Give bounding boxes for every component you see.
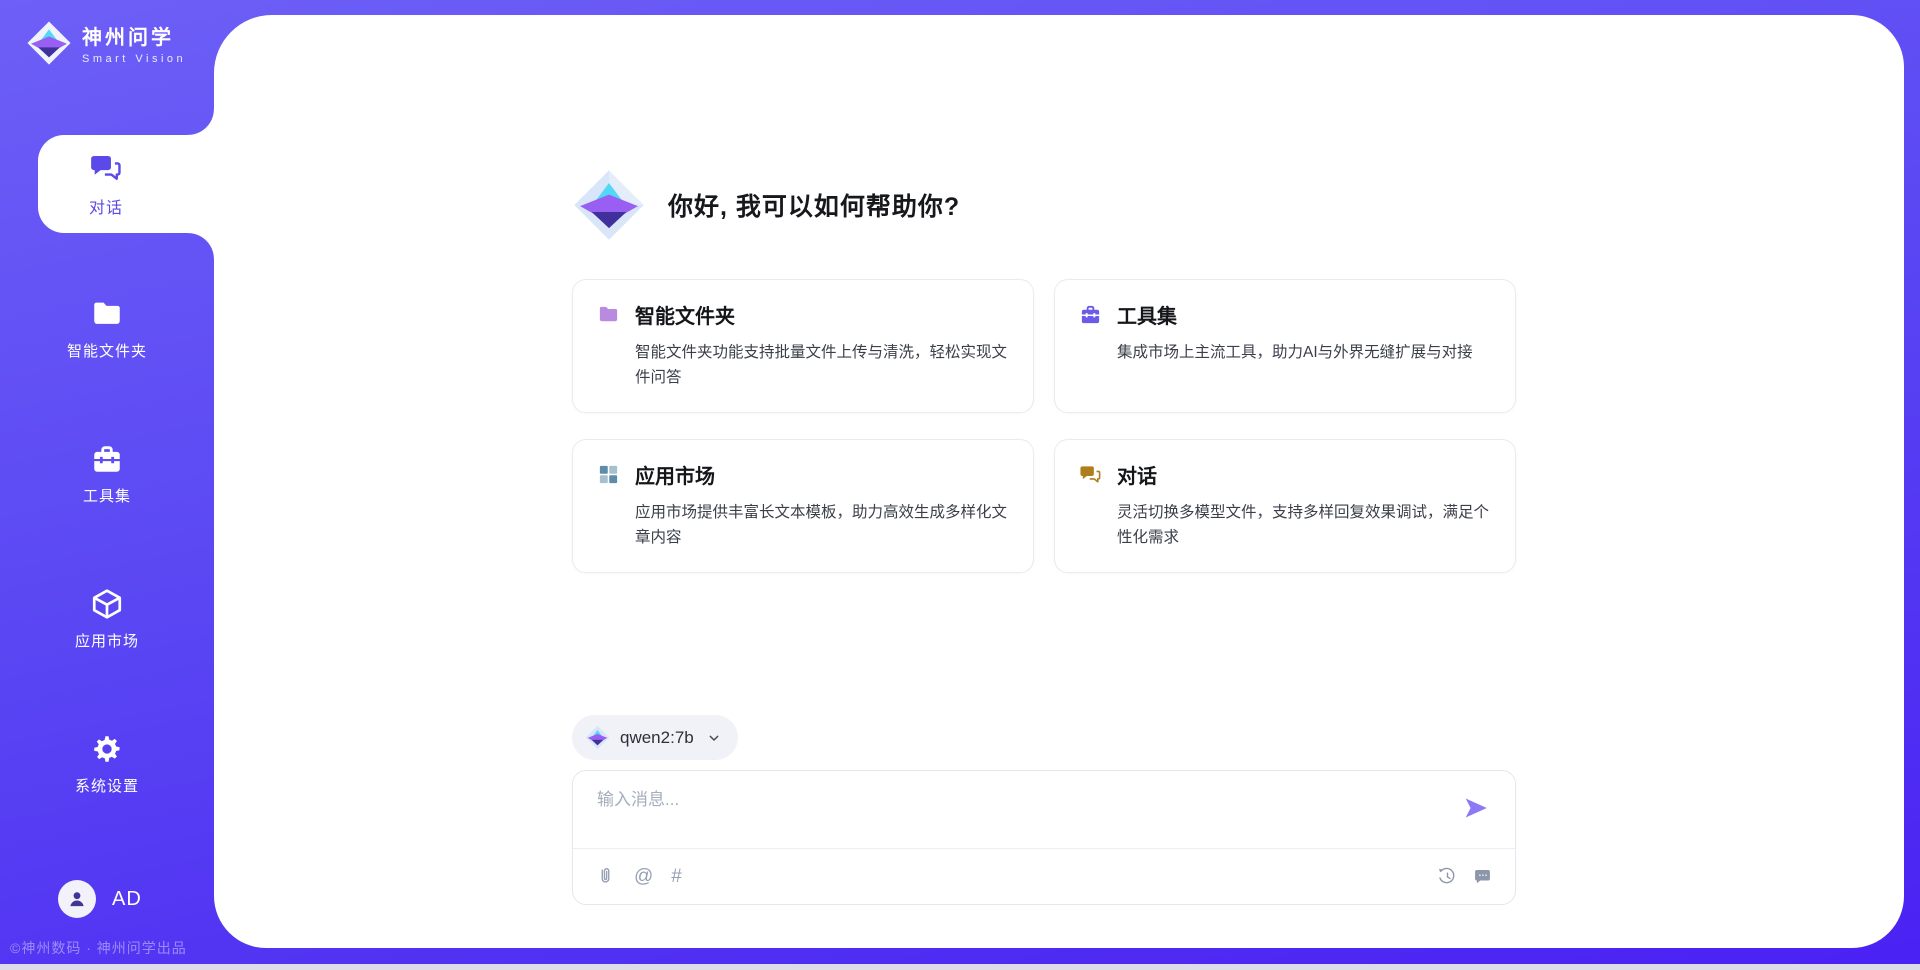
model-selector[interactable]: qwen2:7b [572, 715, 738, 760]
message-input[interactable] [597, 790, 1437, 810]
card-app-market[interactable]: 应用市场 应用市场提供丰富长文本模板，助力高效生成多样化文章内容 [572, 439, 1034, 573]
card-head: 对话 [1079, 460, 1491, 489]
message-composer: @ # [572, 770, 1516, 905]
chat-icon [89, 151, 123, 185]
main-content: 你好, 我可以如何帮助你? 智能文件夹 智能文件夹功能支持批量文件上传与清洗，轻… [572, 15, 1516, 948]
main-panel: 你好, 我可以如何帮助你? 智能文件夹 智能文件夹功能支持批量文件上传与清洗，轻… [214, 15, 1904, 948]
sidebar-item-toolset[interactable]: 工具集 [0, 425, 214, 523]
card-title: 对话 [1117, 460, 1157, 489]
card-description: 灵活切换多模型文件，支持多样回复效果调试，满足个性化需求 [1117, 500, 1491, 550]
sidebar: 神州问学 Smart Vision 对话 智能文件夹 工具集 [0, 0, 214, 970]
feature-cards: 智能文件夹 智能文件夹功能支持批量文件上传与清洗，轻松实现文件问答 工具集 集成… [572, 279, 1516, 573]
sidebar-item-label: 工具集 [83, 485, 131, 506]
sidebar-item-label: 系统设置 [75, 775, 139, 796]
chevron-down-icon [706, 730, 722, 746]
feedback-button[interactable] [1472, 866, 1493, 887]
brand-diamond-logo [572, 168, 646, 242]
chat-icon [1079, 463, 1102, 486]
attach-file-button[interactable] [595, 866, 616, 887]
brand-subtitle: Smart Vision [82, 53, 186, 65]
brand-text: 神州问学 Smart Vision [82, 21, 186, 65]
card-head: 智能文件夹 [597, 300, 1009, 329]
card-description: 智能文件夹功能支持批量文件上传与清洗，轻松实现文件问答 [635, 340, 1009, 390]
sidebar-item-settings[interactable]: 系统设置 [0, 715, 214, 813]
model-diamond-logo [585, 725, 610, 750]
card-toolset[interactable]: 工具集 集成市场上主流工具，助力AI与外界无缝扩展与对接 [1054, 279, 1516, 413]
send-button[interactable] [1462, 795, 1490, 821]
sidebar-item-app-market[interactable]: 应用市场 [0, 570, 214, 668]
toolbox-icon [90, 442, 124, 476]
person-icon [66, 888, 88, 910]
gear-icon [90, 732, 124, 766]
card-head: 工具集 [1079, 300, 1491, 329]
sidebar-nav: 对话 智能文件夹 工具集 应用市场 系统设置 [0, 135, 214, 860]
sidebar-item-label: 对话 [89, 194, 123, 218]
greeting-row: 你好, 我可以如何帮助你? [572, 168, 960, 242]
cube-icon [90, 587, 124, 621]
composer-toolbar-right [1437, 866, 1493, 887]
user-menu[interactable]: AD [58, 880, 142, 918]
chat-bubble-icon [1472, 866, 1493, 887]
card-head: 应用市场 [597, 460, 1009, 489]
folder-icon [90, 297, 124, 331]
mention-button[interactable]: @ [634, 866, 653, 887]
user-initials: AD [112, 888, 142, 911]
brand-name: 神州问学 [82, 21, 186, 50]
sidebar-item-chat[interactable]: 对话 [38, 135, 214, 233]
card-title: 工具集 [1117, 300, 1177, 329]
card-description: 集成市场上主流工具，助力AI与外界无缝扩展与对接 [1117, 340, 1491, 365]
card-title: 应用市场 [635, 460, 715, 489]
sidebar-item-smart-folder[interactable]: 智能文件夹 [0, 280, 214, 378]
topic-button[interactable]: # [671, 866, 682, 887]
copyright-text: ©神州数码 · 神州问学出品 [10, 938, 187, 958]
card-description: 应用市场提供丰富长文本模板，助力高效生成多样化文章内容 [635, 500, 1009, 550]
folder-icon [597, 303, 620, 326]
hash-icon: # [671, 866, 682, 887]
model-name: qwen2:7b [620, 728, 694, 748]
at-icon: @ [634, 866, 653, 887]
toolbox-icon [1079, 303, 1102, 326]
card-chat[interactable]: 对话 灵活切换多模型文件，支持多样回复效果调试，满足个性化需求 [1054, 439, 1516, 573]
horizontal-scrollbar[interactable] [0, 964, 1920, 970]
sidebar-item-label: 应用市场 [75, 630, 139, 651]
avatar [58, 880, 96, 918]
sidebar-item-label: 智能文件夹 [67, 340, 147, 361]
card-smart-folder[interactable]: 智能文件夹 智能文件夹功能支持批量文件上传与清洗，轻松实现文件问答 [572, 279, 1034, 413]
composer-toolbar: @ # [573, 849, 1515, 904]
card-title: 智能文件夹 [635, 300, 735, 329]
app-grid-icon [597, 463, 620, 486]
brand-logo-block: 神州问学 Smart Vision [26, 20, 186, 66]
brand-diamond-logo [26, 20, 72, 66]
history-icon [1437, 866, 1458, 887]
send-icon [1462, 795, 1490, 821]
paperclip-icon [595, 866, 616, 887]
history-button[interactable] [1437, 866, 1458, 887]
greeting-title: 你好, 我可以如何帮助你? [668, 187, 960, 223]
